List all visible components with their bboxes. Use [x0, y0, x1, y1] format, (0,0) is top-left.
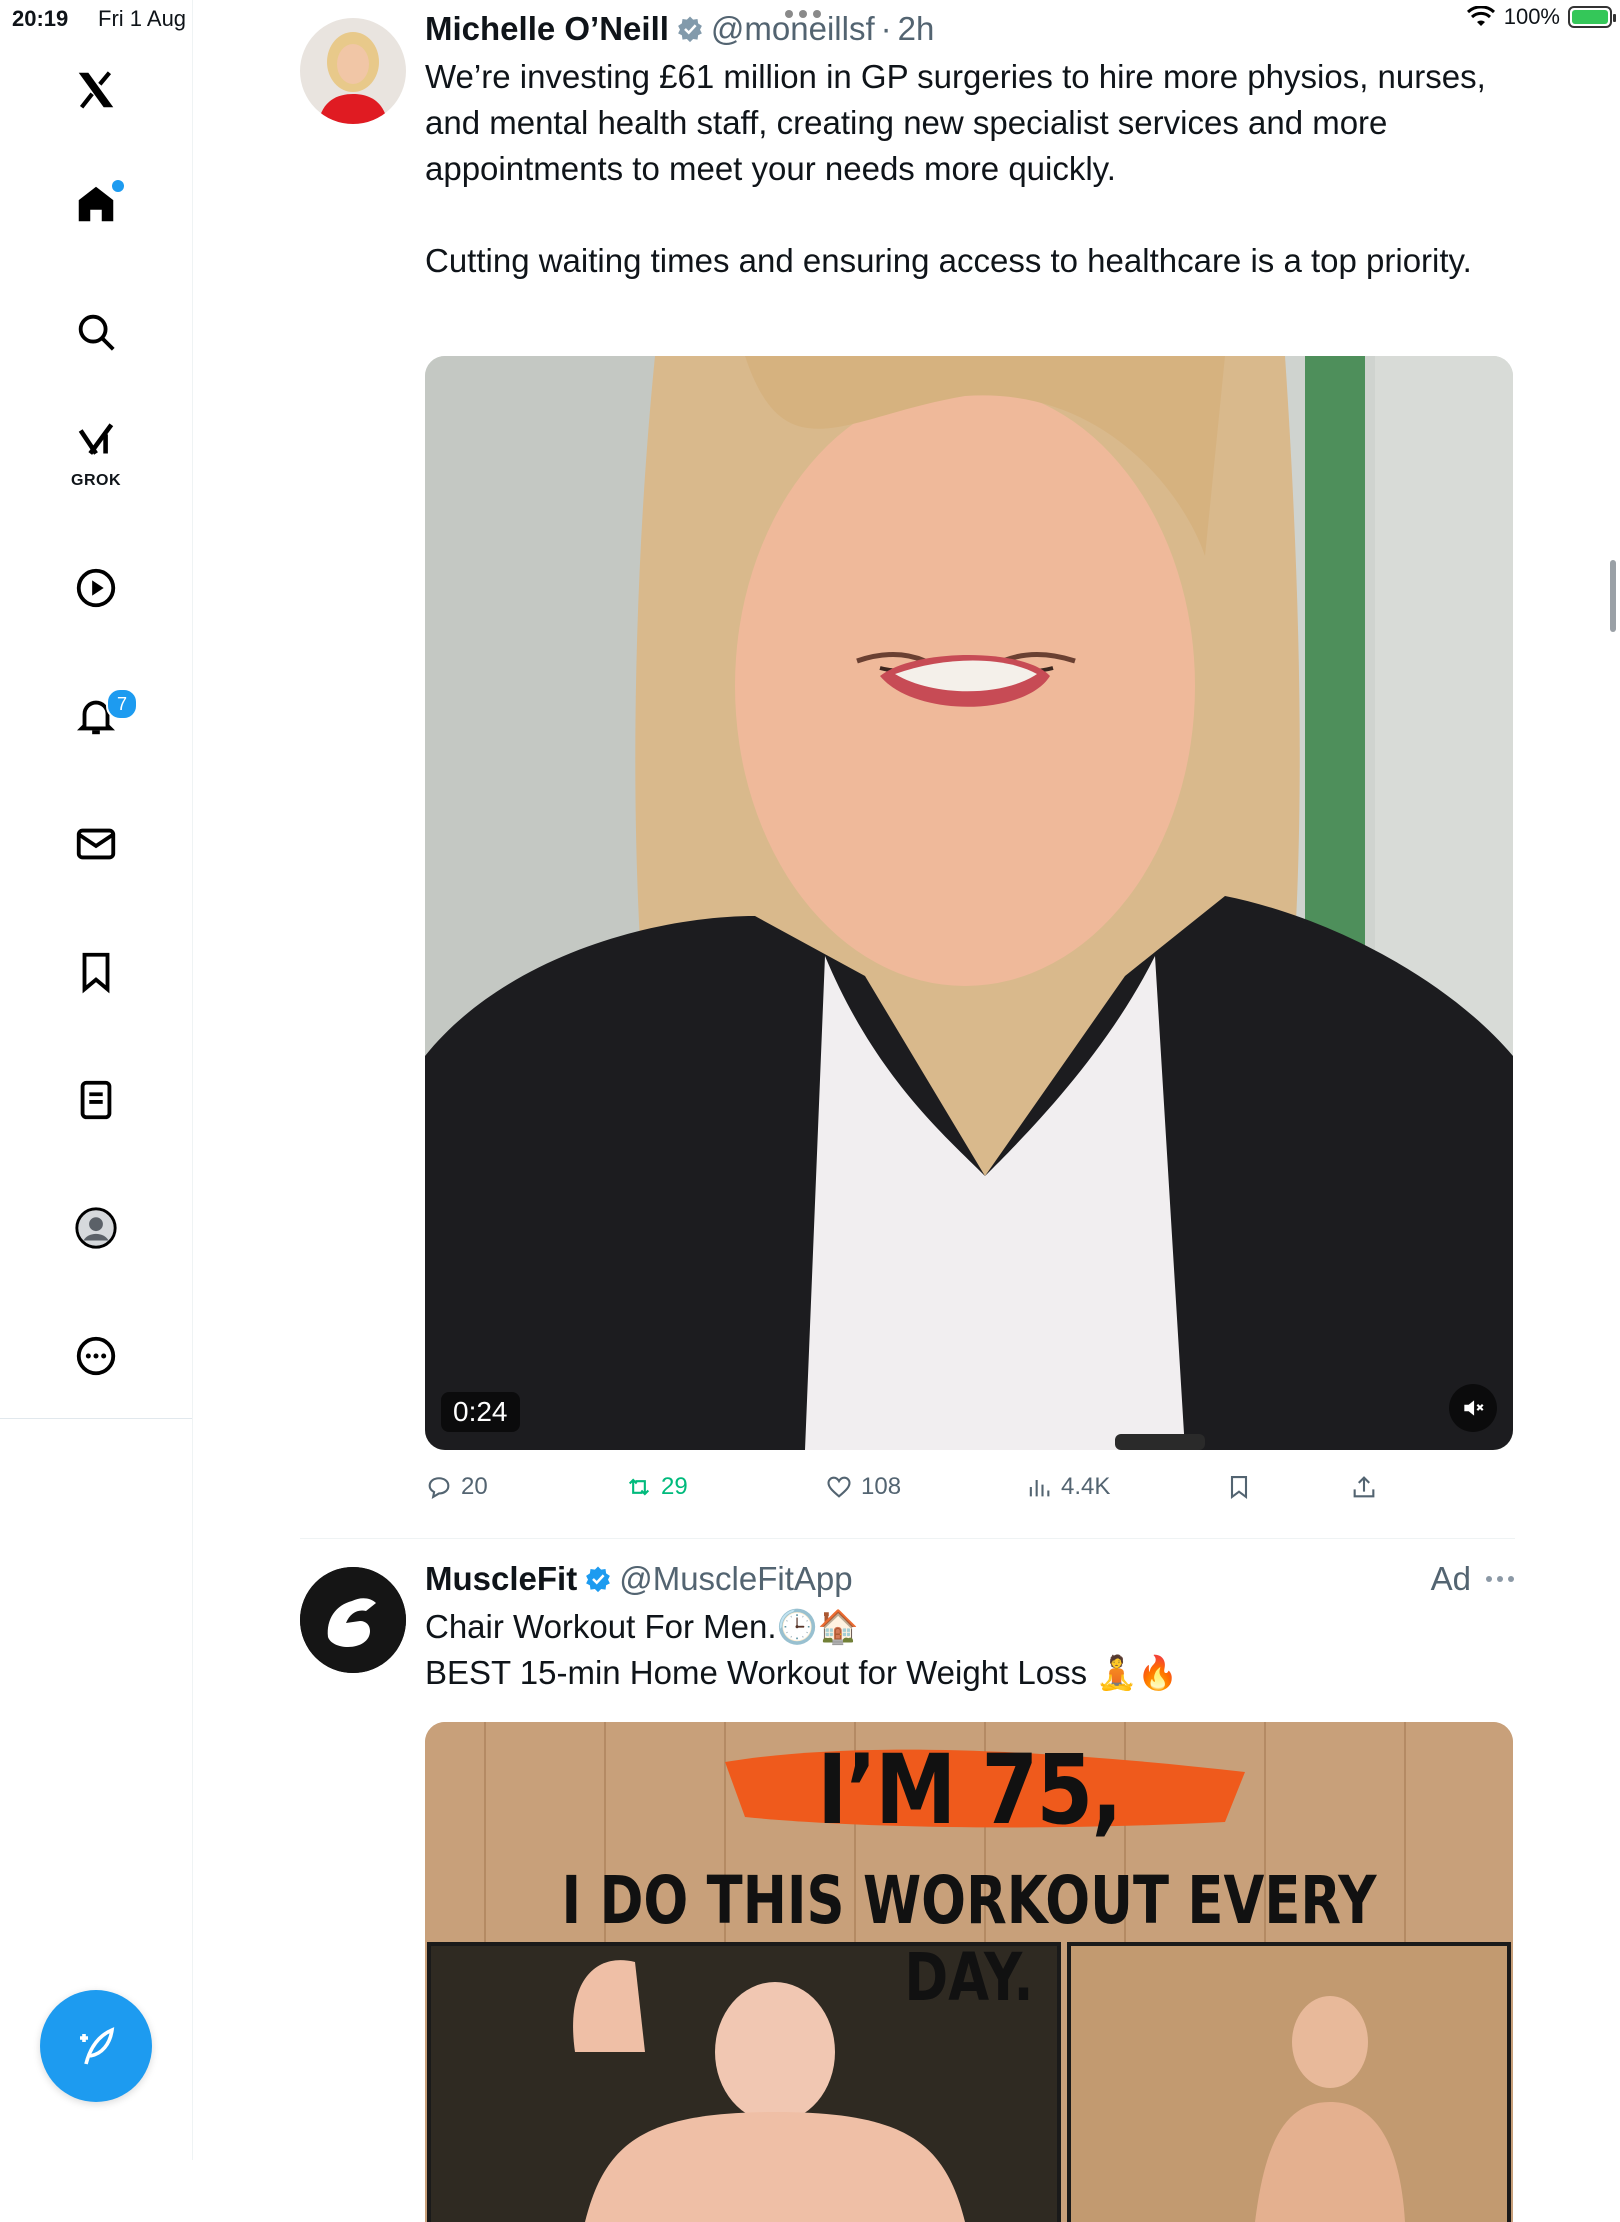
header-separator: · [880, 10, 892, 47]
search-icon[interactable] [64, 300, 128, 364]
reply-icon [428, 1477, 450, 1500]
tweet-video[interactable]: 0:24 [425, 356, 1513, 1450]
video-play-icon[interactable] [64, 556, 128, 620]
ad-image[interactable]: I’M 75, I DO THIS WORKOUT EVERY DAY. [425, 1722, 1513, 2222]
more-options-icon[interactable] [1485, 1574, 1515, 1584]
lists-icon[interactable] [64, 1068, 128, 1132]
ad-meta: Ad [1431, 1560, 1515, 1598]
share-upload-icon [1353, 1476, 1375, 1498]
sidebar-divider [0, 1418, 192, 1419]
advertiser-name[interactable]: MuscleFit [425, 1560, 577, 1598]
ad-label: Ad [1430, 1560, 1471, 1597]
ad-text-line: BEST 15-min Home Workout for Weight Loss… [425, 1654, 1179, 1691]
bookmark-outline-icon [1230, 1476, 1248, 1500]
tweet-header: MuscleFit @MuscleFitApp [425, 1560, 1515, 1598]
ad-headline-2: I DO THIS WORKOUT EVERY DAY. [561, 1862, 1377, 2016]
tweet-action-bar: 20 29 108 4.4K [425, 1470, 1513, 1504]
share-button[interactable] [1350, 1473, 1378, 1501]
verified-badge-icon [678, 16, 702, 43]
repost-button[interactable]: 29 [625, 1473, 688, 1501]
battery-icon [1568, 6, 1616, 28]
tweet-text: Chair Workout For Men.🕒🏠 BEST 15-min Hom… [425, 1604, 1515, 1696]
grok-label: GROK [71, 472, 121, 489]
grok-icon[interactable]: GROK [64, 418, 128, 489]
mail-icon[interactable] [64, 812, 128, 876]
ad-text-line: Chair Workout For Men.🕒🏠 [425, 1608, 859, 1645]
view-count: 4.4K [1061, 1473, 1111, 1500]
sidebar: GROK 7 [0, 0, 193, 2160]
verified-badge-icon [586, 1566, 611, 1593]
speaker-muted-icon [1464, 1400, 1484, 1416]
mute-toggle-button[interactable] [1449, 1384, 1497, 1432]
analytics-icon [1029, 1480, 1050, 1497]
heart-icon [827, 1476, 851, 1498]
tweet-paragraph: Cutting waiting times and ensuring acces… [425, 242, 1472, 279]
tweet-paragraph: We’re investing £61 million in GP surger… [425, 58, 1486, 187]
notifications-bell-icon[interactable]: 7 [64, 684, 138, 748]
tweet-header: Michelle O’Neill @moneillsf · 2h [425, 10, 1515, 48]
repost-count: 29 [661, 1473, 688, 1500]
advertiser-handle[interactable]: @MuscleFitApp [619, 1560, 852, 1598]
x-logo-icon[interactable] [64, 58, 128, 122]
views-button[interactable]: 4.4K [1025, 1473, 1110, 1501]
advertiser-avatar[interactable] [300, 1567, 406, 1673]
author-handle[interactable]: @moneillsf [711, 10, 875, 48]
bookmark-button[interactable] [1225, 1473, 1253, 1501]
reply-count: 20 [461, 1473, 488, 1500]
compose-post-button[interactable] [40, 1990, 152, 2102]
reply-button[interactable]: 20 [425, 1473, 488, 1501]
tweet-text: We’re investing £61 million in GP surger… [425, 54, 1515, 284]
more-circle-icon[interactable] [64, 1324, 128, 1388]
tweet-divider [300, 1538, 1515, 1539]
video-frame [425, 356, 1513, 1450]
tweet-timestamp[interactable]: 2h [898, 10, 935, 48]
bookmark-icon[interactable] [64, 940, 128, 1004]
repost-icon [628, 1478, 650, 1496]
video-duration: 0:24 [441, 1392, 520, 1432]
like-button[interactable]: 108 [825, 1473, 901, 1501]
author-avatar[interactable] [300, 18, 406, 124]
compose-feather-icon [80, 2027, 115, 2065]
home-icon[interactable] [64, 172, 128, 236]
author-name[interactable]: Michelle O’Neill [425, 10, 669, 48]
home-unread-dot [112, 180, 124, 192]
ad-headline-1: I’M 75, [817, 1734, 1122, 1846]
like-count: 108 [861, 1473, 902, 1500]
notifications-badge: 7 [106, 688, 138, 720]
scrollbar[interactable] [1610, 560, 1616, 632]
profile-avatar-icon[interactable] [64, 1196, 128, 1260]
